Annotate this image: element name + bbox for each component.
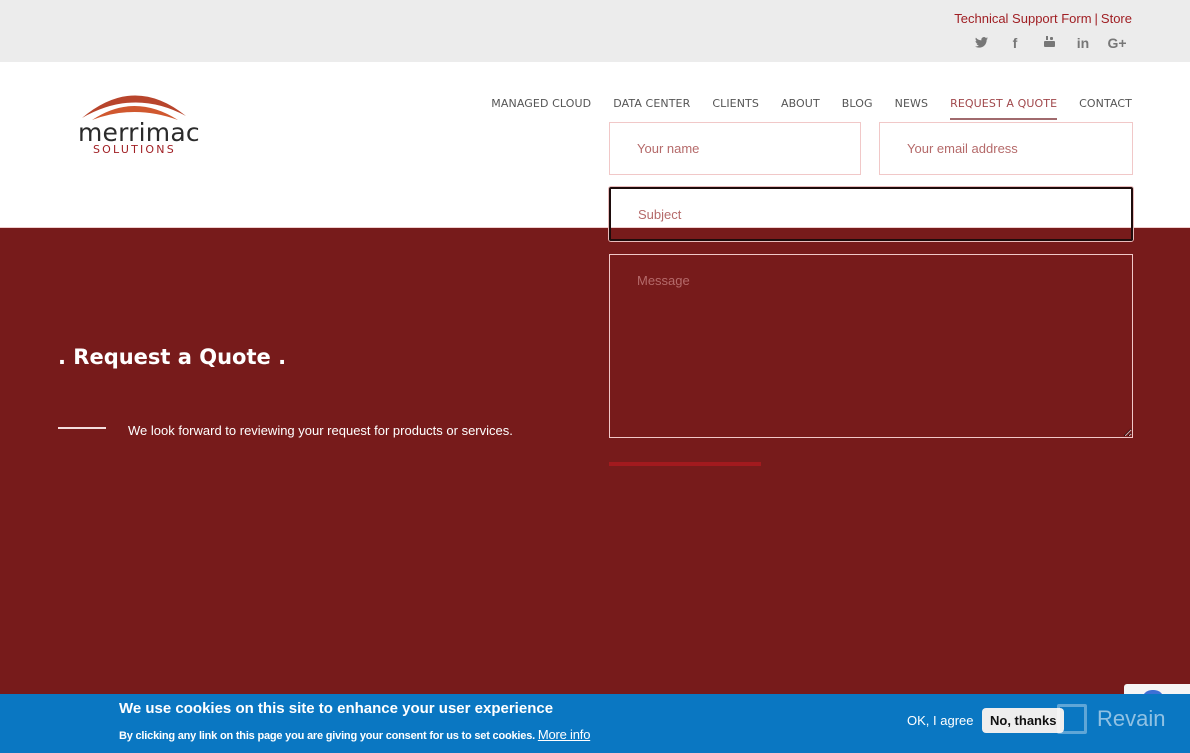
nav-blog[interactable]: BLOG [842, 97, 873, 120]
logo-arc-icon [82, 95, 186, 120]
merrimac-logo[interactable]: merrimac SOLUTIONS [78, 82, 200, 162]
facebook-icon[interactable]: f [998, 35, 1032, 51]
top-bar: Technical Support Form | Store f in G+ [0, 0, 1190, 62]
nav-news[interactable]: NEWS [895, 97, 928, 120]
store-link[interactable]: Store [1101, 11, 1132, 26]
agree-button[interactable]: OK, I agree [907, 713, 973, 728]
name-input[interactable] [609, 122, 861, 175]
submit-button[interactable] [609, 462, 761, 466]
subject-input[interactable] [609, 187, 1133, 241]
cookie-title: We use cookies on this site to enhance y… [119, 700, 554, 717]
title-divider [58, 427, 106, 429]
revain-label: Revain [1097, 706, 1166, 731]
nav-about[interactable]: ABOUT [781, 97, 820, 120]
intro-text: We look forward to reviewing your reques… [128, 423, 513, 438]
nav-managed-cloud[interactable]: MANAGED CLOUD [491, 97, 591, 120]
twitter-icon[interactable] [964, 35, 998, 51]
email-input[interactable] [879, 122, 1133, 175]
top-links: Technical Support Form | Store [954, 11, 1132, 26]
youtube-icon[interactable] [1032, 35, 1066, 51]
message-textarea[interactable] [609, 254, 1133, 438]
decline-button[interactable]: No, thanks [982, 708, 1065, 733]
social-links: f in G+ [964, 35, 1134, 51]
revain-watermark: Revain [1057, 704, 1165, 734]
nav-request-a-quote[interactable]: REQUEST A QUOTE [950, 97, 1058, 120]
page-title: . Request a Quote . [58, 345, 287, 369]
linkedin-icon[interactable]: in [1066, 35, 1100, 51]
cookie-text: By clicking any link on this page you ar… [119, 727, 590, 742]
google-plus-icon[interactable]: G+ [1100, 35, 1134, 51]
revain-logo-icon [1057, 704, 1087, 734]
main-nav: MANAGED CLOUD DATA CENTER CLIENTS ABOUT … [469, 97, 1132, 120]
cookie-consent-text: By clicking any link on this page you ar… [119, 730, 535, 742]
more-info-link[interactable]: More info [538, 727, 591, 742]
nav-contact[interactable]: CONTACT [1079, 97, 1132, 120]
technical-support-link[interactable]: Technical Support Form [954, 11, 1091, 26]
logo-subtitle: SOLUTIONS [93, 143, 176, 156]
nav-data-center[interactable]: DATA CENTER [613, 97, 690, 120]
cookie-banner: We use cookies on this site to enhance y… [0, 694, 1190, 753]
link-separator: | [1094, 11, 1098, 26]
nav-clients[interactable]: CLIENTS [712, 97, 759, 120]
